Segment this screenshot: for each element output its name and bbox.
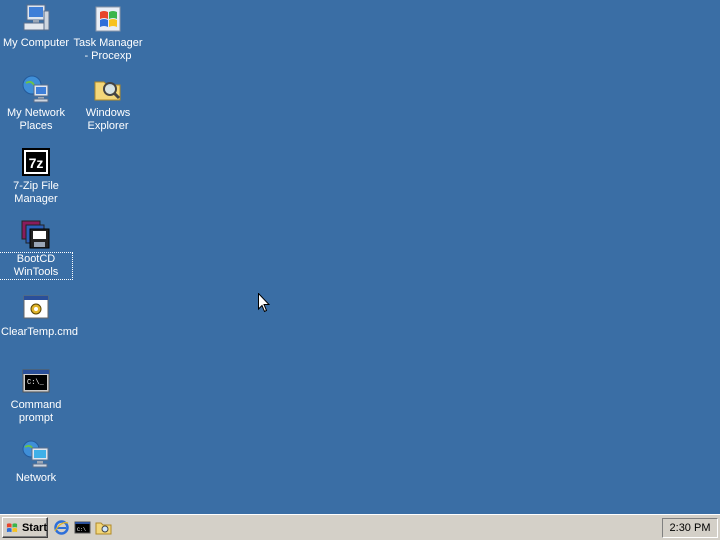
command-prompt-icon: C:\_ — [20, 365, 52, 397]
start-button[interactable]: Start — [2, 517, 48, 538]
desktop-icon-label: Network — [15, 472, 57, 484]
7zip-icon: 7z — [20, 146, 52, 178]
desktop-icon-label: Command prompt — [10, 399, 62, 424]
taskbar: Start C:\ 2:30 PM — [0, 514, 720, 540]
windows-flag-icon — [92, 3, 124, 35]
mouse-cursor-icon — [258, 293, 270, 313]
start-label: Start — [21, 521, 47, 534]
my-computer-icon — [20, 3, 52, 35]
network-icon — [20, 438, 52, 470]
desktop-icon-label: My Computer — [2, 37, 70, 49]
desktop-icon-command-prompt[interactable]: C:\_ Command prompt — [0, 365, 72, 425]
desktop-icon-my-network-places[interactable]: My Network Places — [0, 73, 72, 133]
desktop-icon-label: Task Manager - Procexp — [73, 37, 143, 62]
internet-explorer-icon[interactable] — [53, 519, 70, 536]
batch-file-icon — [20, 292, 52, 324]
desktop-icon-label: ClearTemp.cmd — [1, 326, 79, 338]
network-places-icon — [20, 73, 52, 105]
desktop: My Computer Task Manager - Procexp My Ne… — [0, 0, 720, 514]
desktop-icon-label: My Network Places — [6, 107, 66, 132]
svg-text:C:\_: C:\_ — [27, 379, 45, 387]
explorer-folder-icon[interactable] — [95, 519, 112, 536]
clock-time: 2:30 PM — [669, 522, 711, 534]
svg-text:C:\: C:\ — [77, 527, 86, 533]
desktop-icon-bootcd-wintools[interactable]: BootCD WinTools — [0, 219, 73, 280]
system-tray-clock[interactable]: 2:30 PM — [662, 518, 718, 538]
desktop-icon-7zip[interactable]: 7z 7-Zip File Manager — [0, 146, 72, 206]
desktop-icon-task-manager[interactable]: Task Manager - Procexp — [72, 3, 144, 63]
desktop-icon-label: BootCD WinTools — [0, 252, 73, 280]
desktop-icon-my-computer[interactable]: My Computer — [0, 3, 72, 50]
desktop-icon-network[interactable]: Network — [0, 438, 72, 485]
desktop-icon-label: Windows Explorer — [85, 107, 131, 132]
desktop-icon-cleartemp[interactable]: ClearTemp.cmd — [0, 292, 78, 339]
desktop-icon-windows-explorer[interactable]: Windows Explorer — [72, 73, 144, 133]
explorer-folder-icon — [92, 73, 124, 105]
desktop-icon-label: 7-Zip File Manager — [13, 180, 59, 205]
svg-text:7z: 7z — [29, 155, 44, 171]
windows-flag-icon — [6, 522, 18, 532]
command-prompt-icon[interactable]: C:\ — [74, 519, 91, 536]
floppy-stack-icon — [20, 219, 52, 251]
